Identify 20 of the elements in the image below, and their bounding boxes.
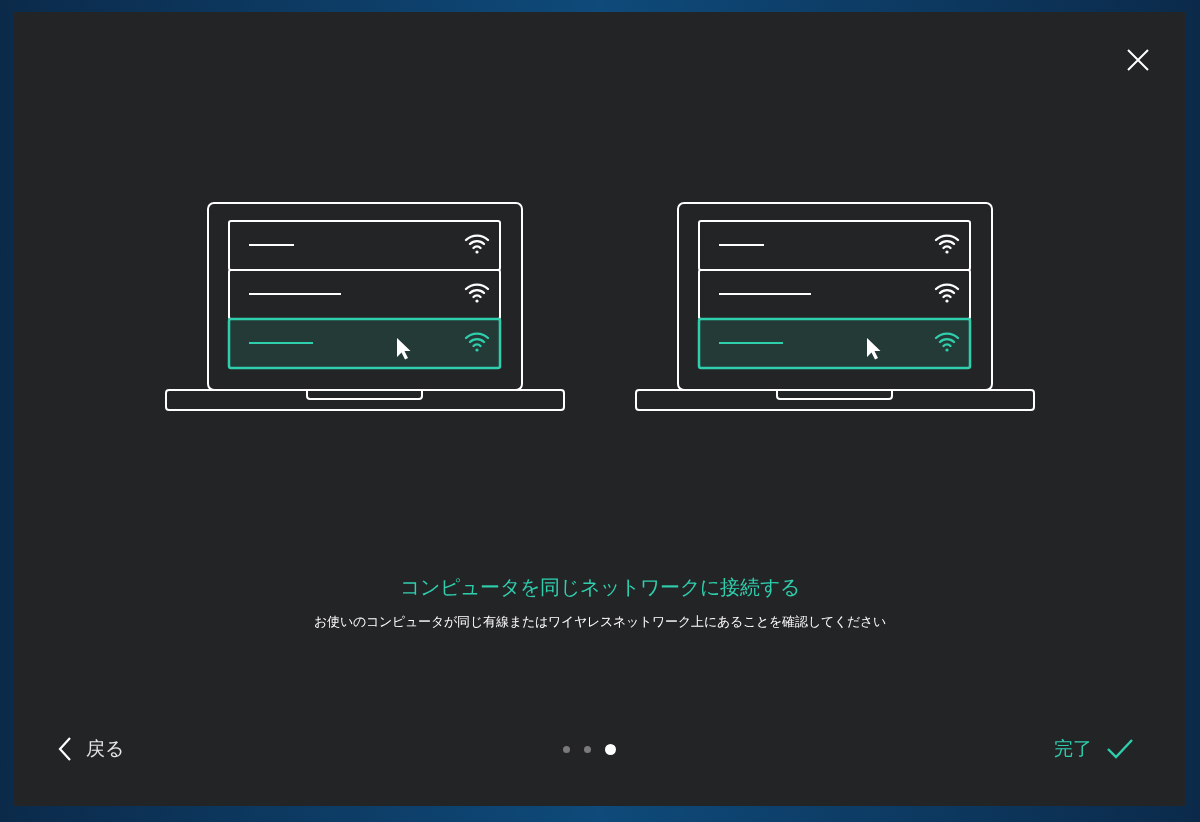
wifi-icon <box>464 332 490 352</box>
wifi-icon <box>934 332 960 352</box>
cursor-icon <box>867 338 881 360</box>
page-dot[interactable] <box>562 745 570 753</box>
network-row[interactable] <box>697 317 972 370</box>
wifi-icon <box>464 234 490 254</box>
page-dot[interactable] <box>604 743 616 755</box>
wifi-icon <box>934 234 960 254</box>
chevron-left-icon <box>58 737 72 761</box>
finish-button[interactable]: 完了 <box>1050 732 1138 766</box>
step-description: お使いのコンピュータが同じ有線またはワイヤレスネットワーク上にあることを確認してください <box>314 613 886 631</box>
wifi-icon <box>464 283 490 303</box>
step-title: コンピュータを同じネットワークに接続する <box>400 574 800 601</box>
back-button[interactable]: 戻る <box>54 732 128 766</box>
wifi-icon <box>934 283 960 303</box>
cursor-icon <box>397 338 411 360</box>
page-dot[interactable] <box>583 745 591 753</box>
checkmark-icon <box>1106 738 1134 760</box>
close-icon[interactable] <box>1126 48 1150 72</box>
network-row[interactable] <box>227 317 502 370</box>
